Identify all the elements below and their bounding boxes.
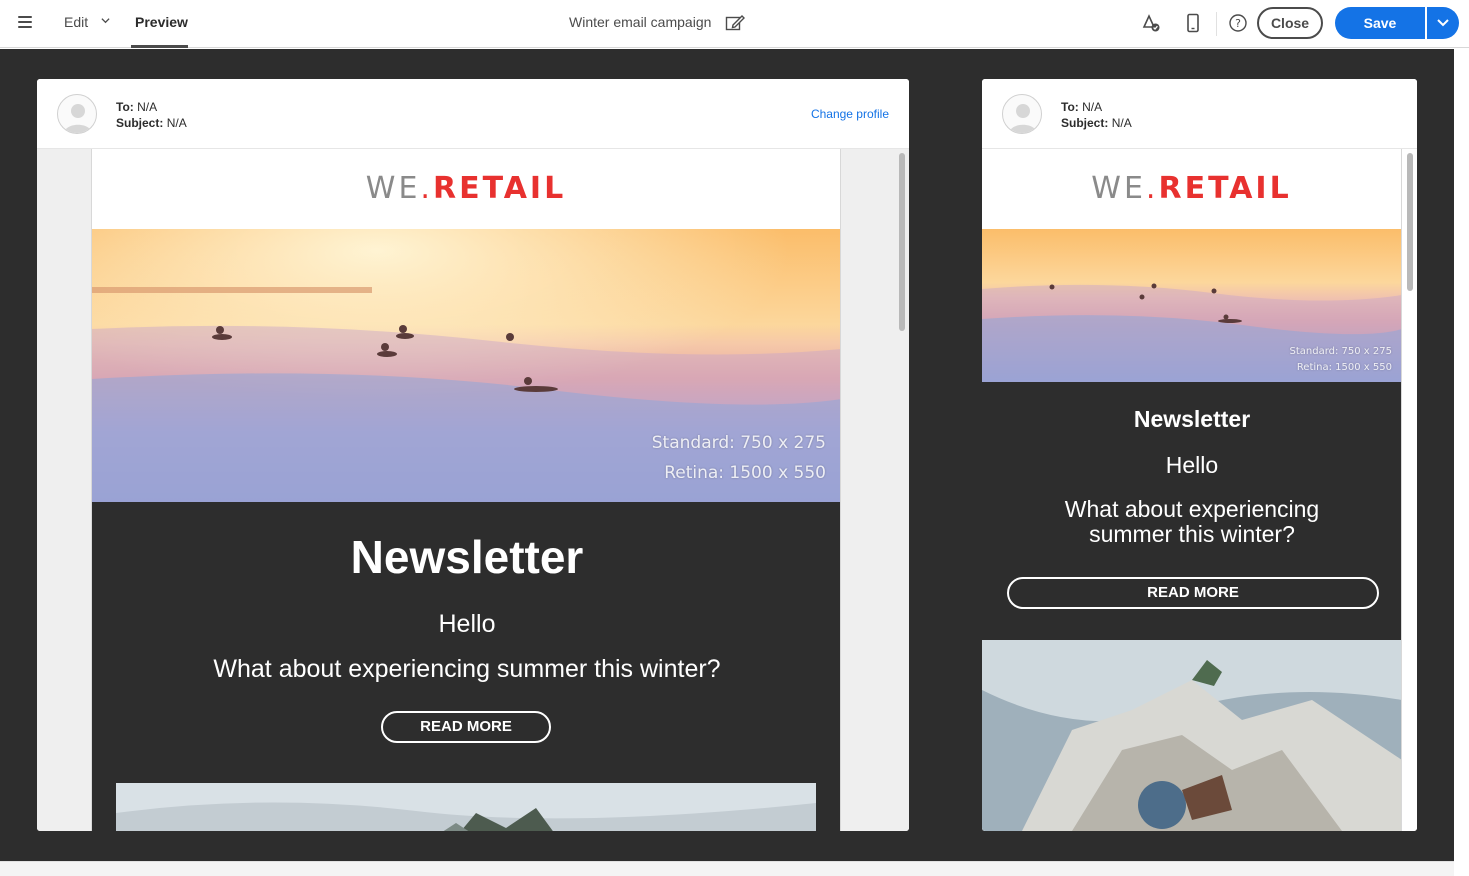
mobile-email-viewport[interactable]: WE.RETAIL Standard: 750 x 275 Retina: 15…: [982, 149, 1417, 831]
read-more-button[interactable]: READ MORE: [1007, 577, 1379, 609]
subject-value: N/A: [1111, 116, 1132, 130]
brand-logo: WE.RETAIL: [365, 171, 567, 206]
page-scrollbar-gutter: [1454, 49, 1469, 876]
pencil-edit-icon[interactable]: [725, 14, 745, 32]
desktop-email-viewport[interactable]: WE.RETAIL Standard: 750 x 275 Retina: 15…: [37, 149, 909, 831]
email-content: WE.RETAIL Standard: 750 x 275 Retina: 15…: [982, 149, 1402, 831]
mobile-preview-panel: To: N/A Subject: N/A WE.RETAIL Standard:…: [982, 79, 1417, 831]
mobile-scrollbar[interactable]: [1405, 149, 1415, 831]
change-profile-link[interactable]: Change profile: [811, 107, 889, 121]
to-value: N/A: [1082, 100, 1103, 114]
active-tab-indicator: [131, 45, 188, 48]
to-value: N/A: [137, 100, 158, 114]
recipient-meta: To: N/A Subject: N/A: [1061, 99, 1132, 131]
mobile-device-icon[interactable]: [1183, 13, 1203, 33]
svg-text:?: ?: [1235, 17, 1241, 30]
read-more-button[interactable]: READ MORE: [381, 711, 551, 743]
mountain-image: [116, 783, 816, 831]
save-options-button[interactable]: [1427, 7, 1459, 39]
mountain-image: [982, 640, 1401, 831]
subject-label: Subject:: [116, 116, 164, 130]
recipient-meta: To: N/A Subject: N/A: [116, 99, 187, 131]
campaign-title: Winter email campaign: [569, 14, 712, 30]
hamburger-icon[interactable]: [18, 16, 32, 28]
avatar: [1002, 94, 1042, 134]
subject-value: N/A: [166, 116, 187, 130]
page-bottom-gutter: [0, 861, 1454, 876]
brand-logo: WE.RETAIL: [1091, 171, 1292, 206]
chevron-down-icon[interactable]: [101, 16, 110, 25]
greeting: Hello: [438, 610, 496, 638]
preview-header: To: N/A Subject: N/A: [982, 79, 1417, 149]
newsletter-block: Newsletter Hello What about experiencing…: [92, 502, 840, 831]
chevron-down-icon: [1437, 19, 1449, 27]
user-avatar-icon: [64, 104, 92, 133]
edit-menu[interactable]: Edit: [64, 14, 88, 30]
save-button[interactable]: Save: [1335, 7, 1425, 39]
to-label: To:: [116, 100, 134, 114]
subject-label: Subject:: [1061, 116, 1109, 130]
close-button[interactable]: Close: [1257, 7, 1323, 39]
newsletter-title: Newsletter: [1133, 406, 1251, 432]
hero-image: Standard: 750 x 275 Retina: 1500 x 550: [92, 229, 840, 502]
headline: What about experiencing summer this wint…: [213, 655, 721, 683]
to-label: To:: [1061, 100, 1079, 114]
tab-preview[interactable]: Preview: [135, 14, 188, 30]
email-content: WE.RETAIL Standard: 750 x 275 Retina: 15…: [91, 149, 841, 831]
hero-caption: Standard: 750 x 275 Retina: 1500 x 550: [651, 433, 826, 483]
scroll-thumb[interactable]: [899, 153, 905, 331]
avatar: [57, 94, 97, 134]
desktop-preview-panel: To: N/A Subject: N/A Change profile WE.R…: [37, 79, 909, 831]
user-avatar-icon: [1009, 104, 1037, 133]
hero-image: Standard: 750 x 275 Retina: 1500 x 550: [982, 229, 1401, 382]
hero-caption: Standard: 750 x 275 Retina: 1500 x 550: [1289, 346, 1393, 373]
desktop-scrollbar[interactable]: [897, 149, 907, 831]
headline: What about experiencing summer this wint…: [1064, 496, 1320, 547]
newsletter-title: Newsletter: [350, 531, 584, 583]
help-icon[interactable]: ?: [1228, 13, 1248, 33]
top-toolbar: Edit Preview Winter email campaign ? Clo…: [0, 0, 1469, 48]
preview-header: To: N/A Subject: N/A Change profile: [37, 79, 909, 149]
toolbar-divider: [1216, 12, 1217, 36]
newsletter-block: Newsletter Hello What about experiencing…: [982, 382, 1401, 640]
greeting: Hello: [1165, 452, 1219, 478]
scroll-thumb[interactable]: [1407, 153, 1413, 291]
paint-check-icon[interactable]: [1141, 13, 1161, 33]
